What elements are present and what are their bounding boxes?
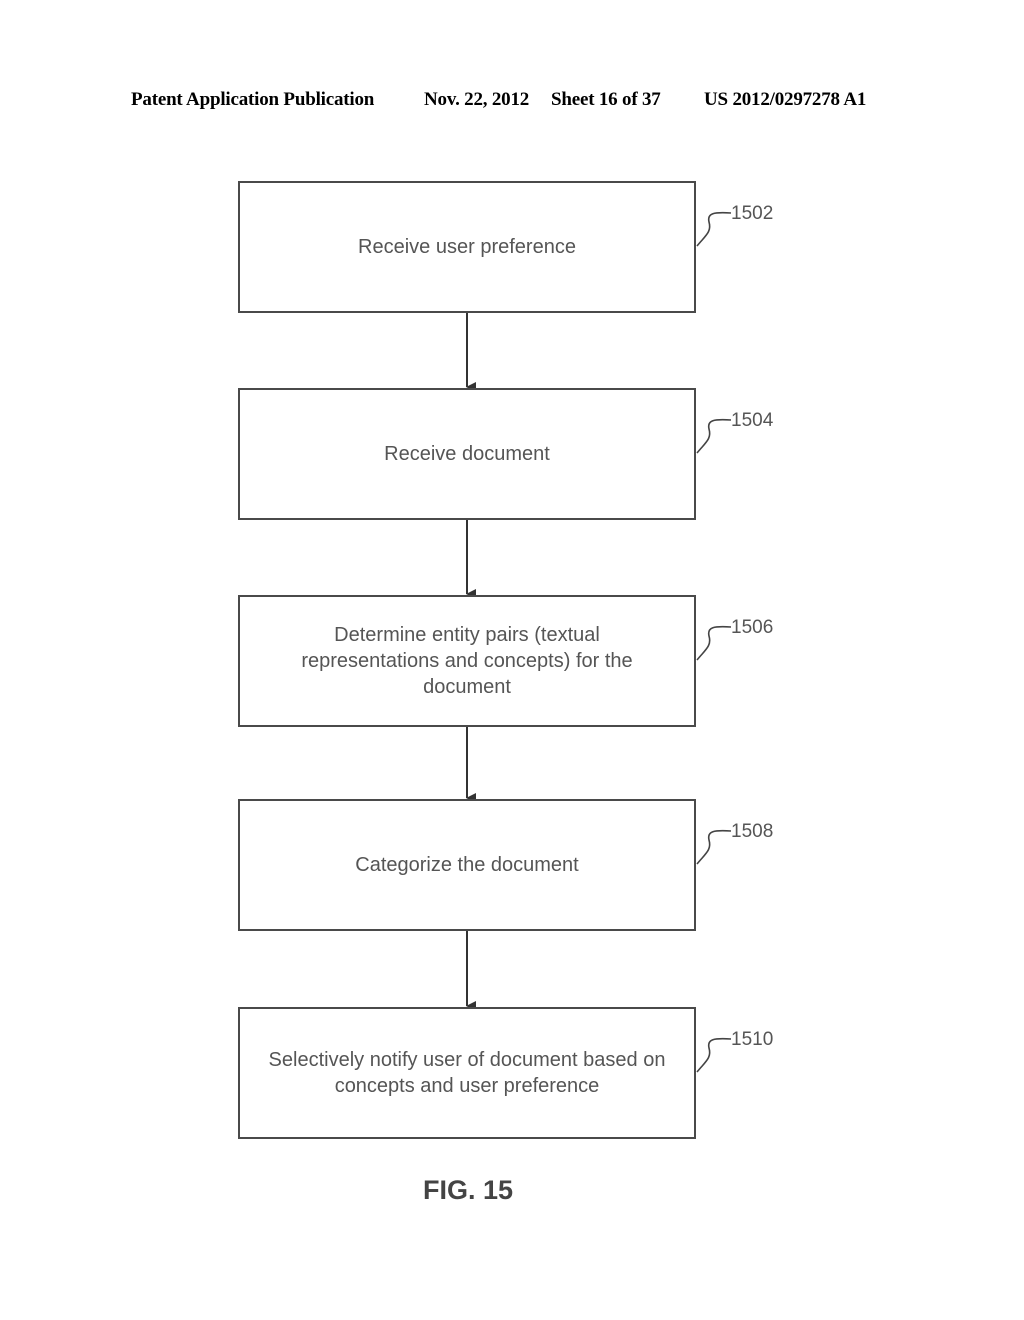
step-text: Selectively notify user of document base… xyxy=(268,1049,666,1097)
ref-label-1504: 1504 xyxy=(731,410,774,431)
leader-1508 xyxy=(696,829,732,865)
ref-label-1508: 1508 xyxy=(731,821,774,842)
figure-label: FIG. 15 xyxy=(422,1175,514,1205)
leader-1502 xyxy=(696,211,732,247)
step-text: Receive document xyxy=(384,443,550,465)
step-text: Receive user preference xyxy=(358,236,576,258)
ref-label-1502: 1502 xyxy=(731,203,774,224)
step-box-1508: Categorize the document xyxy=(238,799,696,931)
step-text: Categorize the document xyxy=(355,854,579,876)
ref-label-1510: 1510 xyxy=(731,1029,774,1050)
leader-1510 xyxy=(696,1037,732,1073)
step-box-1510: Selectively notify user of document base… xyxy=(238,1007,696,1139)
step-text: Determine entity pairs (textual represen… xyxy=(301,624,633,698)
step-box-1502: Receive user preference xyxy=(238,181,696,313)
step-box-1504: Receive document xyxy=(238,388,696,520)
ref-label-1506: 1506 xyxy=(731,617,774,638)
leader-1504 xyxy=(696,418,732,454)
leader-1506 xyxy=(696,625,732,661)
step-box-1506: Determine entity pairs (textual represen… xyxy=(238,595,696,727)
